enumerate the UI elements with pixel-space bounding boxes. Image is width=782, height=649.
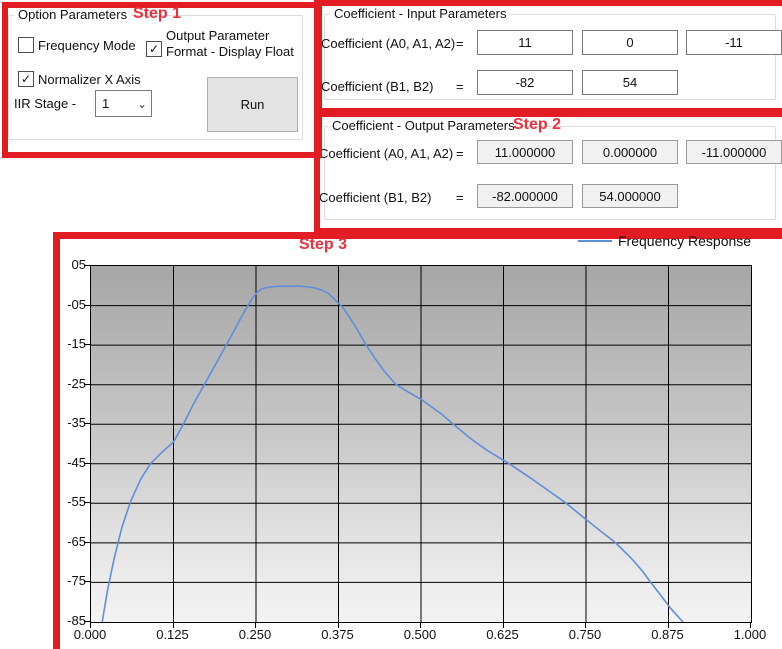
output-a1-value: 0.000000 [582,140,678,164]
y-tick-mark [84,384,90,385]
iir-stage-label: IIR Stage - [14,96,76,111]
x-tick-label: 0.125 [148,627,198,642]
output-b2-value: 54.000000 [582,184,678,208]
y-tick-mark [84,581,90,582]
frequency-mode-checkbox[interactable] [18,37,34,53]
x-tick-label: 0.500 [395,627,445,642]
frequency-response-curve-svg [91,266,751,622]
y-tick-mark [84,305,90,306]
output-row-b-equals: = [456,190,464,205]
input-row-b-equals: = [456,79,464,94]
input-row-a-equals: = [456,36,464,51]
y-tick-label: -65 [54,534,86,549]
legend-line-swatch [578,240,612,242]
y-tick-label: -55 [54,494,86,509]
chart-legend: Frequency Response [578,233,751,249]
y-tick-label: -45 [54,455,86,470]
y-tick-mark [84,463,90,464]
frequency-response-line [102,286,683,622]
iir-stage-value: 1 [96,96,137,111]
output-a2-value: -11.000000 [686,140,782,164]
frequency-response-plot [90,265,752,623]
input-row-b-label: Coefficient (B1, B2) [321,79,433,94]
x-tick-mark [173,623,174,628]
y-tick-label: -15 [54,336,86,351]
input-b1-field[interactable] [477,70,573,95]
x-tick-label: 0.250 [230,627,280,642]
output-parameters-title: Coefficient - Output Parameters [328,118,519,133]
x-tick-label: 1.000 [725,627,775,642]
input-a0-field[interactable] [477,30,573,55]
x-tick-mark [668,623,669,628]
output-row-a-label: Coefficient (A0, A1, A2) [319,146,453,161]
y-tick-label: -85 [54,613,86,628]
output-row-b-label: Coefficient (B1, B2) [319,190,431,205]
frequency-mode-label: Frequency Mode [38,38,136,53]
input-a1-field[interactable] [582,30,678,55]
step1-annotation: Step 1 [133,5,181,23]
y-tick-label: -05 [54,297,86,312]
y-tick-mark [84,423,90,424]
y-tick-label: -25 [54,376,86,391]
input-a2-field[interactable] [686,30,782,55]
y-tick-mark [84,502,90,503]
x-tick-mark [90,623,91,628]
x-tick-mark [420,623,421,628]
y-tick-label: -75 [54,573,86,588]
y-tick-mark [84,542,90,543]
y-tick-mark [84,621,90,622]
y-tick-mark [84,265,90,266]
step2-annotation: Step 2 [513,116,561,134]
output-parameter-format-label: Output Parameter Format - Display Float [166,28,302,60]
x-tick-mark [750,623,751,628]
y-tick-label: 05 [54,257,86,272]
x-tick-label: 0.875 [643,627,693,642]
x-tick-label: 0.375 [313,627,363,642]
output-row-a-equals: = [456,146,464,161]
iir-stage-dropdown[interactable]: 1 ⌄ [95,90,152,117]
normalizer-x-axis-label: Normalizer X Axis [38,72,141,87]
x-tick-label: 0.750 [560,627,610,642]
input-parameters-title: Coefficient - Input Parameters [330,6,510,21]
y-tick-mark [84,344,90,345]
input-row-a-label: Coefficient (A0, A1, A2) [321,36,455,51]
chevron-down-icon: ⌄ [137,97,151,111]
x-tick-mark [503,623,504,628]
option-parameters-title: Option Parameters [14,7,131,22]
x-tick-mark [255,623,256,628]
y-tick-label: -35 [54,415,86,430]
input-b2-field[interactable] [582,70,678,95]
output-parameter-format-checkbox[interactable]: ✓ [146,41,162,57]
app-window: Option Parameters Step 1 Frequency Mode … [0,0,782,649]
normalizer-x-axis-checkbox[interactable]: ✓ [18,71,34,87]
output-a0-value: 11.000000 [477,140,573,164]
x-tick-mark [585,623,586,628]
output-b1-value: -82.000000 [477,184,573,208]
legend-series-label: Frequency Response [618,233,751,249]
x-tick-mark [338,623,339,628]
step3-annotation: Step 3 [299,236,347,254]
run-button[interactable]: Run [207,77,298,132]
x-tick-label: 0.000 [65,627,115,642]
x-tick-label: 0.625 [478,627,528,642]
